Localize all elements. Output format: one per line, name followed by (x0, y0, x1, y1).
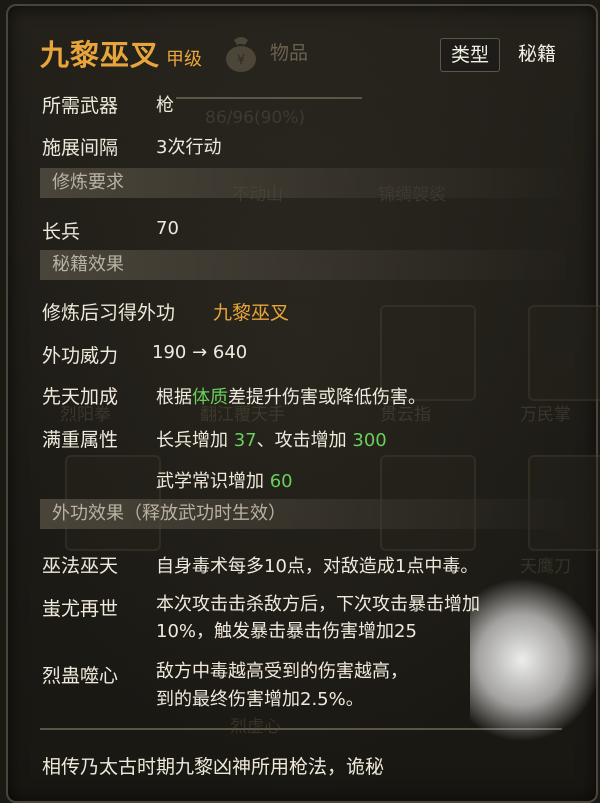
bg-skill-name: 天鹰刀 (520, 557, 571, 577)
innate-highlight: 体质 (192, 387, 228, 408)
item-grade: 甲级 (166, 49, 203, 70)
full-c-value: 60 (269, 471, 293, 492)
full-attribute-line2: 武学常识增加 60 (156, 467, 293, 493)
requirement-value: 70 (156, 218, 179, 239)
innate-text-pre: 根据 (156, 387, 192, 408)
innate-bonus-label: 先天加成 (42, 386, 119, 408)
full-b-text: 、攻击增加 (256, 430, 353, 451)
interval-value: 3次行动 (156, 137, 222, 158)
item-bag-icon: ¥ (226, 37, 256, 72)
effect-1-label: 巫法巫天 (42, 555, 119, 577)
bg-skill-name: 万民掌 (520, 405, 571, 425)
full-a-value: 37 (233, 430, 257, 451)
svg-text:¥: ¥ (237, 53, 245, 68)
item-title: 九黎巫叉 (40, 38, 161, 72)
effect-1-text: 自身毒术每多10点，对敌造成1点中毒。 (156, 556, 479, 577)
header-divider (176, 97, 362, 99)
effect-2-label: 蚩尤再世 (42, 598, 119, 620)
effect-3-line1: 敌方中毒越高受到的伤害越高， (156, 661, 408, 682)
innate-text-post: 差提升伤害或降低伤害。 (228, 387, 426, 408)
innate-bonus-value: 根据体质差提升伤害或降低伤害。 (156, 383, 426, 409)
power-value: 190 → 640 (152, 342, 248, 363)
effect-3-label: 烈蛊噬心 (42, 665, 119, 687)
external-effects-section-header: 外功效果（释放武功时生效） (40, 499, 566, 529)
bg-progress-text: 86/96(90%) (205, 108, 306, 128)
requirements-section-header: 修炼要求 (40, 168, 566, 198)
full-b-value: 300 (352, 430, 387, 451)
effects-section-header: 秘籍效果 (40, 250, 566, 280)
type-tag: 类型 (440, 38, 500, 72)
full-attribute-label: 满重属性 (42, 429, 119, 451)
bg-inventory-slot (528, 305, 600, 401)
weapon-label: 所需武器 (42, 95, 119, 117)
footer-divider (40, 728, 562, 730)
learned-skill-label: 修炼后习得外功 (42, 302, 176, 324)
lore-text: 相传乃太古时期九黎凶神所用枪法，诡秘 (42, 756, 385, 778)
items-tab-label: 物品 (270, 42, 309, 64)
interval-label: 施展间隔 (42, 137, 119, 159)
full-c-text: 武学常识增加 (156, 471, 270, 492)
kind-tag: 秘籍 (517, 43, 556, 65)
weapon-value: 枪 (156, 95, 174, 116)
effect-2-line1: 本次攻击击杀敌方后，下次攻击暴击增加 (156, 594, 480, 615)
item-title-row: 九黎巫叉 甲级 (40, 32, 202, 74)
bg-skill-name: 烈虚心 (230, 717, 281, 737)
requirement-label: 长兵 (42, 221, 81, 243)
full-a-text: 长兵增加 (156, 430, 234, 451)
effect-2-line2: 10%，触发暴击暴击伤害增加25 (156, 621, 417, 642)
full-attribute-line1: 长兵增加 37、攻击增加 300 (156, 426, 387, 452)
power-label: 外功威力 (42, 345, 119, 367)
learned-skill-value: 九黎巫叉 (213, 302, 290, 324)
effect-3-line2: 到的最终伤害增加2.5%。 (156, 689, 364, 710)
